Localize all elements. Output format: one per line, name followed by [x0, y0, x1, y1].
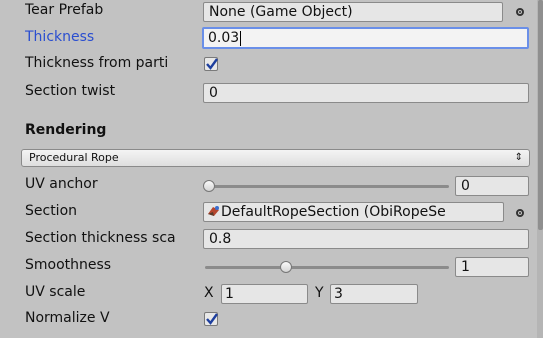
- uv-scale-row: UV scale X 1 Y 3: [0, 282, 537, 304]
- uv-scale-x-label[interactable]: X: [204, 285, 214, 301]
- section-twist-input[interactable]: 0: [203, 83, 529, 103]
- section-row: Section DefaultRopeSection (ObiRopeSe: [0, 201, 537, 223]
- thickness-from-particles-label: Thickness from parti: [25, 55, 169, 71]
- checkmark-icon: [206, 58, 218, 70]
- uv-scale-x-input[interactable]: 1: [221, 284, 308, 304]
- smoothness-label: Smoothness: [25, 257, 112, 273]
- inspector-scrollbar-thumb[interactable]: [538, 0, 543, 230]
- thickness-from-particles-checkbox[interactable]: [204, 57, 218, 71]
- object-picker-icon[interactable]: [516, 8, 524, 16]
- thickness-from-particles-row: Thickness from parti: [0, 54, 537, 76]
- normalize-v-row: Normalize V: [0, 309, 537, 331]
- section-value: DefaultRopeSection (ObiRopeSe: [221, 204, 446, 220]
- normalize-v-label: Normalize V: [25, 310, 110, 326]
- section-thickness-scale-label: Section thickness sca: [25, 230, 176, 246]
- section-twist-label: Section twist: [25, 83, 116, 99]
- smoothness-slider-track[interactable]: [205, 266, 449, 269]
- rope-section-asset-icon: [208, 206, 219, 216]
- section-field[interactable]: DefaultRopeSection (ObiRopeSe: [203, 202, 504, 222]
- section-twist-row: Section twist 0: [0, 81, 537, 103]
- smoothness-slider-thumb[interactable]: [280, 261, 292, 273]
- smoothness-input[interactable]: 1: [455, 257, 529, 277]
- object-picker-icon[interactable]: [516, 209, 524, 217]
- section-label: Section: [25, 203, 78, 219]
- uv-anchor-input[interactable]: 0: [455, 176, 529, 196]
- thickness-row: Thickness 0.03: [0, 27, 537, 49]
- section-thickness-scale-row: Section thickness sca 0.8: [0, 228, 537, 250]
- thickness-input[interactable]: 0.03: [202, 27, 529, 49]
- uv-scale-y-input[interactable]: 3: [330, 284, 418, 304]
- thickness-label: Thickness: [25, 29, 95, 45]
- tear-prefab-row: Tear Prefab None (Game Object): [0, 0, 537, 22]
- render-mode-dropdown[interactable]: Procedural Rope ⇕: [21, 149, 530, 167]
- checkmark-icon: [206, 313, 218, 325]
- rendering-header: Rendering: [25, 122, 107, 138]
- render-mode-value: Procedural Rope: [29, 151, 119, 164]
- updown-arrows-icon: ⇕: [514, 152, 523, 163]
- tear-prefab-label: Tear Prefab: [25, 2, 104, 18]
- uv-anchor-slider-track[interactable]: [205, 185, 449, 188]
- uv-scale-label: UV scale: [25, 284, 86, 300]
- thickness-value: 0.03: [208, 30, 240, 46]
- tear-prefab-field[interactable]: None (Game Object): [203, 2, 503, 22]
- uv-anchor-row: UV anchor 0: [0, 174, 537, 196]
- normalize-v-checkbox[interactable]: [204, 312, 218, 326]
- text-caret: [240, 30, 242, 46]
- section-thickness-scale-input[interactable]: 0.8: [203, 229, 529, 249]
- uv-anchor-slider-thumb[interactable]: [203, 180, 215, 192]
- smoothness-row: Smoothness 1: [0, 255, 537, 277]
- uv-anchor-label: UV anchor: [25, 176, 98, 192]
- uv-scale-y-label[interactable]: Y: [315, 285, 324, 301]
